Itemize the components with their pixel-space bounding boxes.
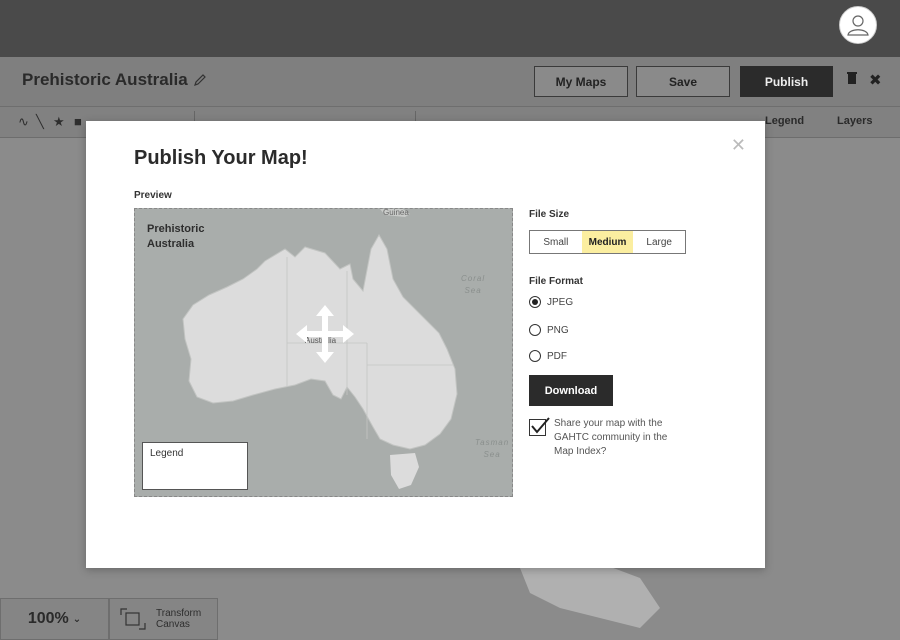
checkmark-icon — [531, 417, 550, 434]
download-button[interactable]: Download — [529, 375, 613, 406]
preview-map-title: Prehistoric Australia — [147, 223, 205, 250]
publish-button[interactable]: Publish — [740, 66, 833, 97]
map-title[interactable]: Prehistoric Australia — [22, 70, 206, 90]
radio-button[interactable] — [529, 350, 541, 362]
format-option-jpeg[interactable]: JPEG — [529, 296, 573, 308]
place-label: Guinea — [383, 208, 409, 217]
transform-icon — [120, 608, 146, 630]
map-preview: Prehistoric Australia Guinea Coral Sea A… — [134, 208, 513, 497]
user-avatar[interactable] — [839, 6, 877, 44]
zoom-control[interactable]: 100% ⌄ — [0, 598, 109, 640]
size-option-large[interactable]: Large — [633, 231, 685, 253]
transform-canvas-button[interactable]: Transform Canvas — [109, 598, 218, 640]
format-option-png[interactable]: PNG — [529, 324, 569, 336]
share-checkbox[interactable] — [529, 417, 550, 436]
radio-button[interactable] — [529, 324, 541, 336]
radio-button[interactable] — [529, 296, 541, 308]
close-editor-icon[interactable]: ✖ — [869, 71, 882, 89]
format-label: PDF — [547, 350, 567, 362]
format-option-pdf[interactable]: PDF — [529, 350, 567, 362]
place-label: Tasman Sea — [475, 438, 510, 459]
transform-canvas-label: Transform Canvas — [156, 608, 202, 630]
star-tool-icon[interactable]: ★ — [53, 114, 65, 130]
close-icon[interactable]: ✕ — [731, 135, 746, 156]
file-size-label: File Size — [529, 209, 570, 220]
move-arrows-icon[interactable] — [294, 303, 356, 365]
top-bar — [0, 0, 900, 57]
tab-layers[interactable]: Layers — [837, 115, 872, 127]
size-option-small[interactable]: Small — [530, 231, 582, 253]
share-label: Share your map with the GAHTC community … — [554, 418, 668, 457]
title-bar: Prehistoric Australia My Maps Save Publi… — [0, 57, 900, 107]
line-tool-icon[interactable]: ╲ — [36, 114, 44, 130]
pencil-icon[interactable] — [193, 74, 206, 86]
chevron-down-icon: ⌄ — [72, 613, 82, 625]
save-button[interactable]: Save — [636, 66, 730, 97]
freehand-tool-icon[interactable]: ∿ — [18, 114, 29, 130]
tab-legend[interactable]: Legend — [765, 115, 804, 127]
dialog-title: Publish Your Map! — [134, 147, 308, 169]
place-label: Coral Sea — [461, 274, 486, 295]
size-option-medium[interactable]: Medium — [581, 231, 634, 253]
square-tool-icon[interactable]: ■ — [74, 114, 82, 129]
preview-legend-box: Legend — [142, 442, 248, 490]
trash-icon[interactable] — [846, 71, 858, 89]
format-label: PNG — [547, 324, 569, 336]
zoom-level: 100% — [27, 610, 69, 627]
map-title-text: Prehistoric Australia — [22, 70, 188, 89]
file-format-label: File Format — [529, 276, 583, 287]
publish-dialog: ✕ Publish Your Map! Preview Prehistoric … — [86, 121, 765, 568]
preview-label: Preview — [134, 190, 172, 201]
file-size-selector: Small Medium Large — [529, 230, 686, 254]
user-icon — [847, 15, 869, 36]
format-label: JPEG — [547, 296, 574, 308]
share-option: Share your map with the GAHTC community … — [529, 417, 684, 459]
my-maps-button[interactable]: My Maps — [534, 66, 628, 97]
